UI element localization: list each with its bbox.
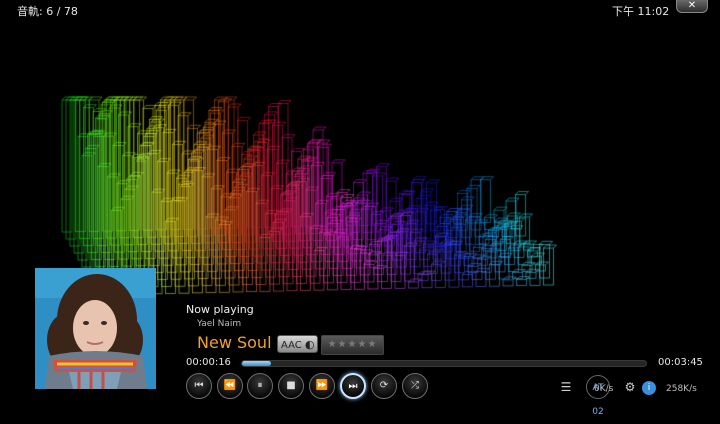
stop-button[interactable]: ■ (278, 373, 304, 399)
codec-icon: ◐ (304, 338, 315, 351)
download-speed: 0K/s (594, 384, 614, 394)
gear-icon: ⚙ (624, 380, 636, 394)
close-button[interactable]: ✕ (676, 0, 708, 13)
track-counter: 音軌: 6 / 78 (17, 5, 78, 18)
stop-icon: ■ (286, 380, 296, 391)
progress-fill (242, 361, 271, 366)
system-clock: 下午 11:02 (612, 5, 670, 18)
previous-track-icon: ⏮ (194, 380, 204, 391)
shuffle-icon: ⤮ (411, 380, 419, 391)
progress-bar[interactable] (241, 360, 647, 367)
previous-track-button[interactable]: ⏮ (186, 373, 212, 399)
album-art (35, 268, 156, 389)
elapsed-time: 00:00:16 (186, 357, 231, 368)
repeat-button[interactable]: ⟳ (371, 373, 397, 399)
total-time: 00:03:45 (658, 357, 703, 368)
playlist-button[interactable]: ☰ (554, 375, 578, 399)
shuffle-button[interactable]: ⤮ (402, 373, 428, 399)
settings-button[interactable]: ⚙ (618, 375, 642, 399)
playlist-icon: ☰ (560, 380, 572, 394)
next-track-button[interactable]: ⏭ (340, 373, 366, 399)
pause-button[interactable]: ⏸ (247, 373, 273, 399)
rewind-icon: ⏪ (223, 380, 237, 391)
rating-stars[interactable]: ★★★★★ (321, 335, 384, 355)
song-title: New Soul (197, 333, 272, 352)
now-playing-label: Now playing (186, 303, 254, 316)
upload-speed: 258K/s (666, 384, 697, 394)
rewind-button[interactable]: ⏪ (217, 373, 243, 399)
pause-icon: ⏸ (257, 380, 263, 391)
codec-label: AAC (281, 340, 302, 351)
info-icon[interactable]: i (642, 381, 656, 395)
artist-name: Yael Naim (197, 319, 242, 329)
fast-forward-button[interactable]: ⏩ (309, 373, 335, 399)
repeat-icon: ⟳ (379, 380, 389, 391)
next-track-icon: ⏭ (348, 381, 358, 392)
codec-badge: AAC ◐ (277, 335, 318, 353)
fast-forward-icon: ⏩ (315, 380, 329, 391)
album-art-image (35, 268, 156, 389)
